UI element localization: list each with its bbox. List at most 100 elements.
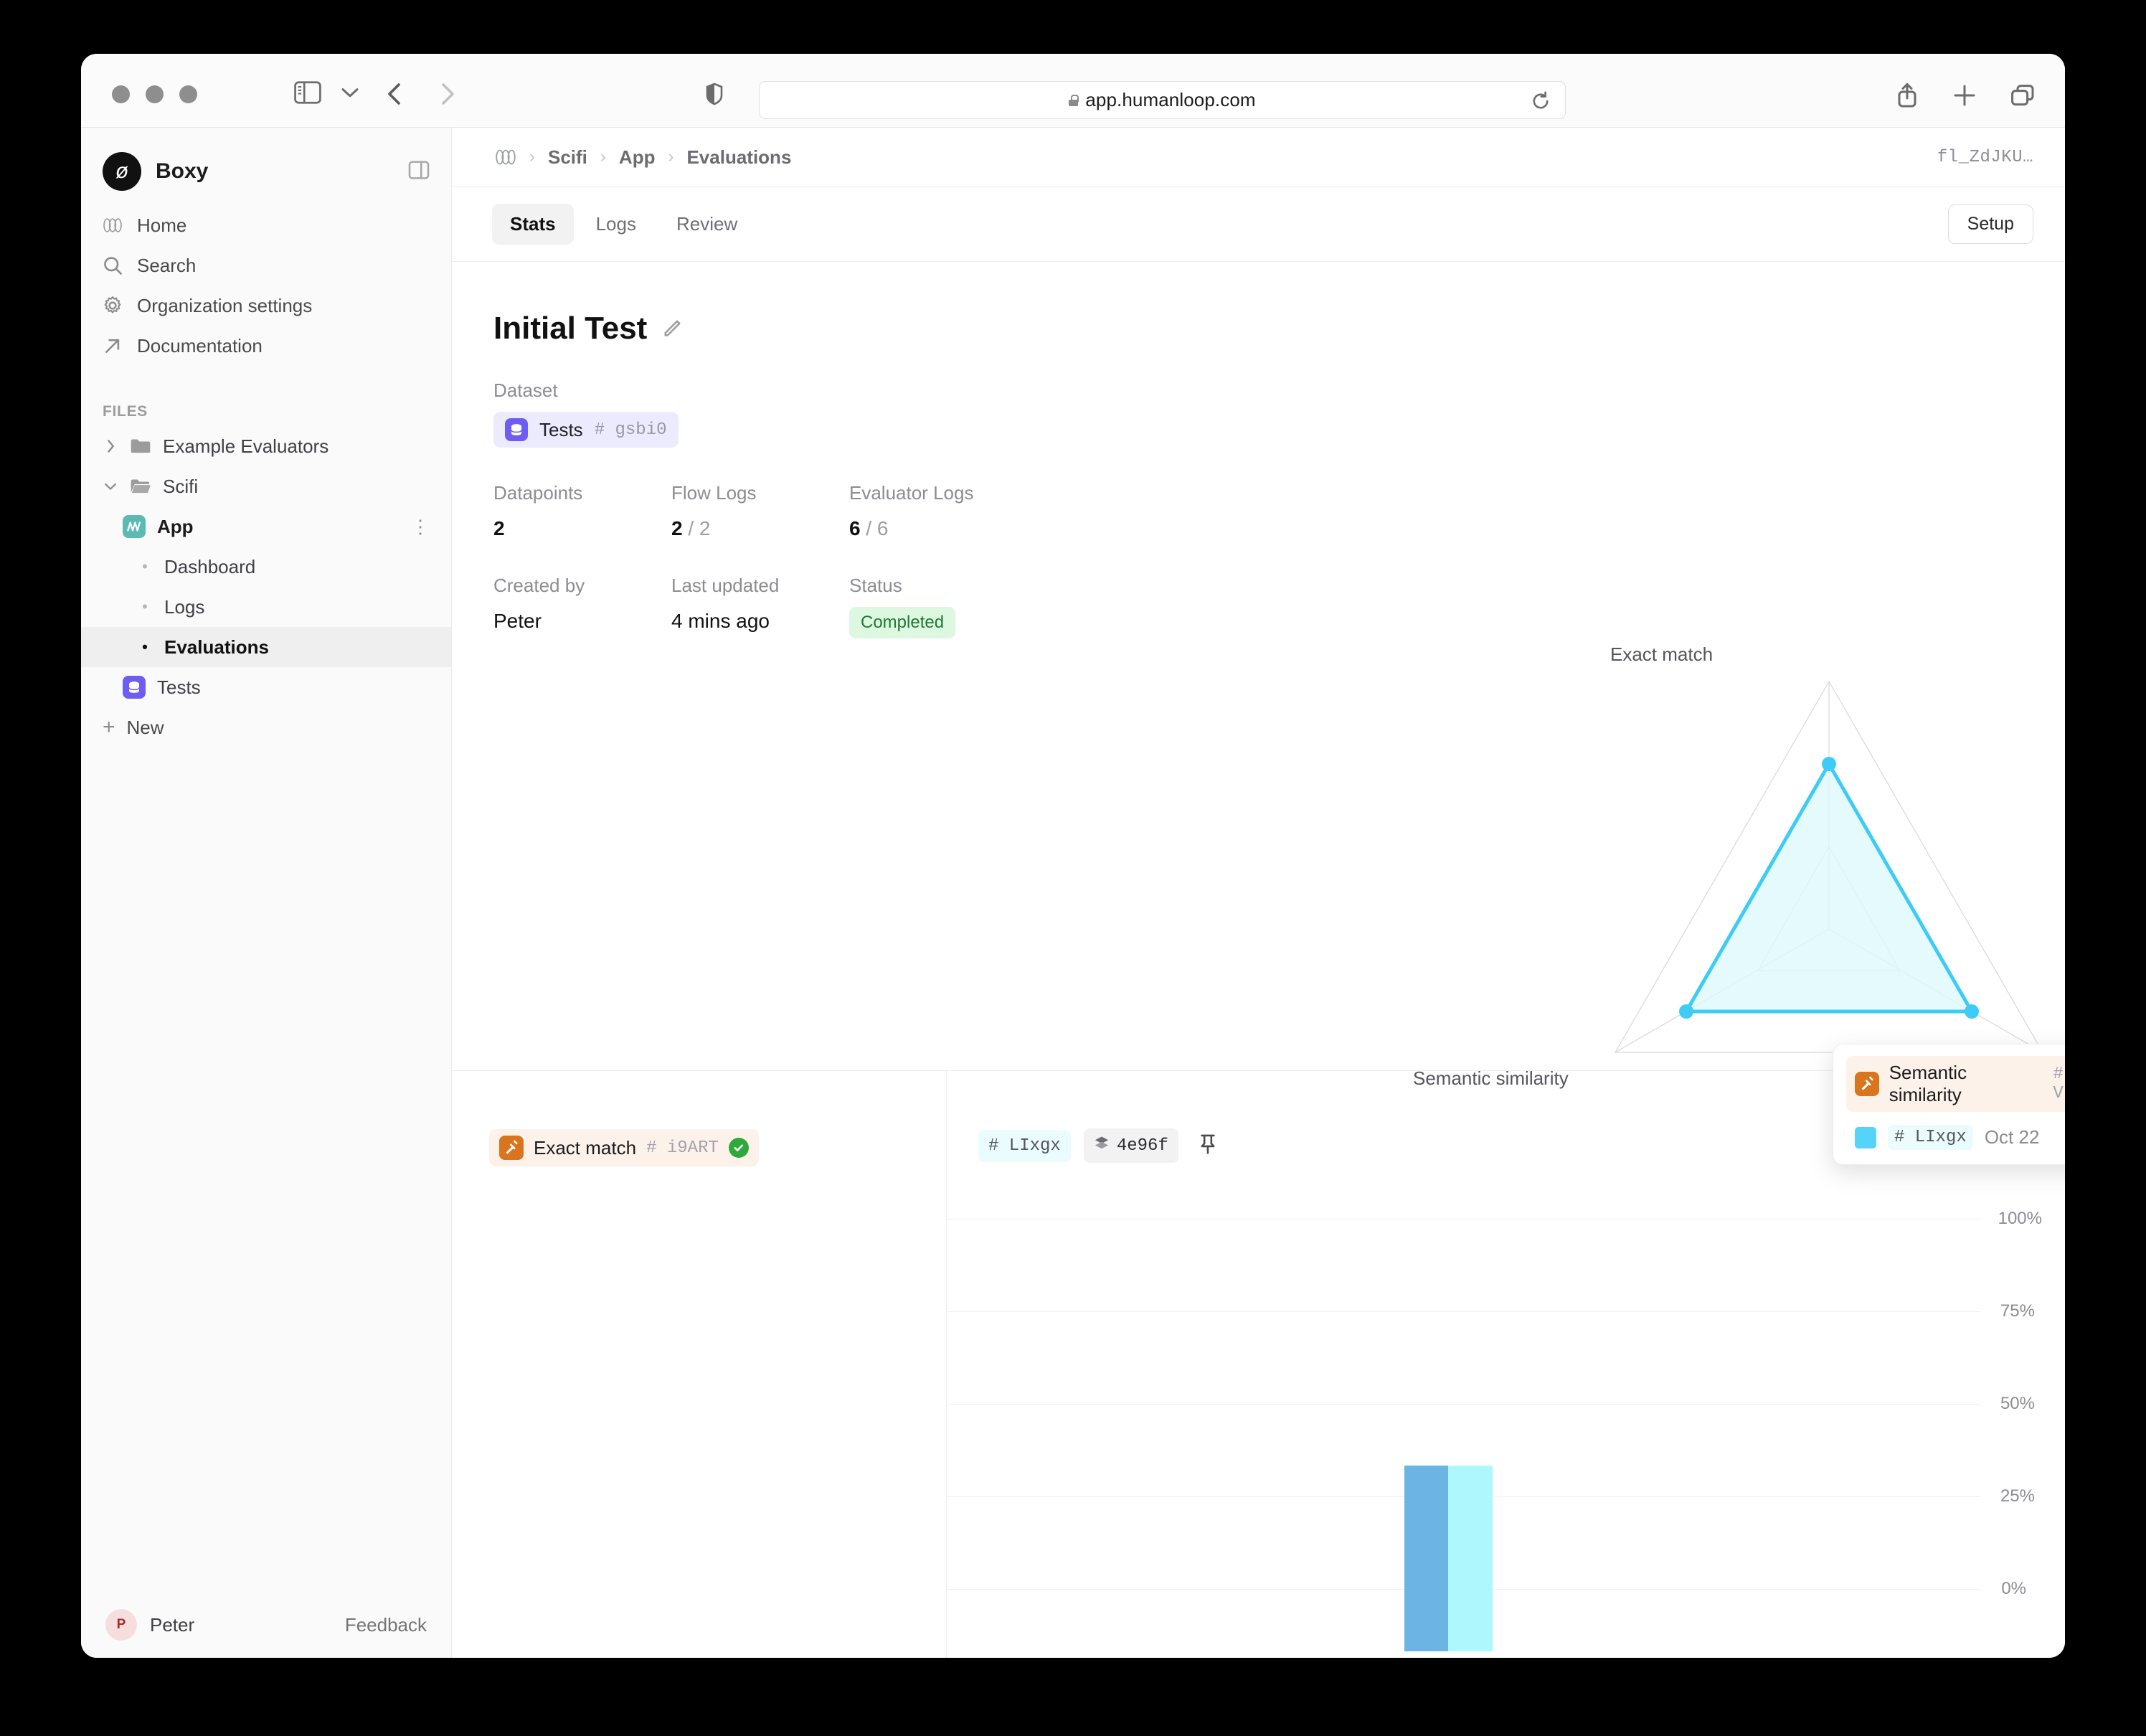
tree-item-label: Evaluations [164, 636, 269, 658]
shield-icon[interactable] [705, 82, 724, 109]
evaluator-chip-hash: # i9ART [646, 1138, 719, 1158]
close-window-button[interactable] [112, 85, 130, 103]
reload-icon[interactable] [1531, 91, 1551, 115]
dataset-chip[interactable]: Tests # gsbi0 [493, 412, 679, 448]
bullet-icon: • [142, 638, 148, 656]
tab-stats[interactable]: Stats [492, 204, 574, 245]
collapse-sidebar-icon[interactable] [408, 160, 430, 183]
back-chevron-icon[interactable] [386, 82, 405, 105]
radar-point[interactable] [1822, 757, 1836, 771]
tab-logs[interactable]: Logs [578, 204, 654, 245]
breadcrumb: › Scifi › App › Evaluations [495, 146, 791, 169]
breadcrumb-item-app[interactable]: App [619, 146, 656, 169]
chevron-down-icon[interactable] [341, 87, 359, 98]
radar-point[interactable] [1965, 1004, 1979, 1019]
gear-icon [103, 296, 123, 316]
breadcrumb-bar: › Scifi › App › Evaluations fl_ZdJKU… [452, 128, 2065, 187]
humanloop-logo-icon[interactable] [495, 149, 516, 165]
sidebar-item-search[interactable]: Search [81, 245, 451, 286]
breadcrumb-separator: › [529, 147, 535, 166]
plus-icon[interactable] [1953, 84, 1976, 110]
bar-series-4e96f[interactable] [1448, 1466, 1493, 1651]
files-section-label: FILES [103, 403, 148, 420]
radar-axis-label-exact-match: Exact match [1610, 643, 1714, 665]
breadcrumb-item-evaluations[interactable]: Evaluations [686, 146, 791, 169]
sidebar-item-example-evaluators[interactable]: Example Evaluators [81, 426, 451, 466]
radar-chart: Exact match Latency Semantic similarity [1413, 643, 2065, 1108]
new-file-button[interactable]: + New [81, 707, 451, 747]
brand-logo-icon: ø [103, 152, 141, 191]
bullet-icon: • [142, 598, 148, 615]
sidebar-item-documentation[interactable]: Documentation [81, 326, 451, 366]
run-tag-code[interactable]: # LIxgx [978, 1129, 1071, 1162]
tree-item-label: Logs [164, 595, 205, 618]
share-icon[interactable] [1896, 82, 1919, 112]
y-tick-label: 50% [2000, 1394, 2035, 1413]
tab-review[interactable]: Review [658, 204, 755, 245]
sidebar-nav: Home Search Organization settings Docume… [81, 197, 451, 366]
meta-label: Evaluator Logs [849, 482, 974, 504]
pin-icon[interactable] [1199, 1133, 1217, 1159]
meta-value: 4 mins ago [671, 610, 770, 632]
forward-chevron-icon[interactable] [438, 82, 456, 105]
search-icon [103, 255, 123, 275]
radar-point[interactable] [1679, 1004, 1693, 1019]
humanloop-logo-icon [103, 217, 123, 233]
sidebar-item-logs[interactable]: • Logs [81, 587, 451, 627]
edit-pencil-icon[interactable] [663, 316, 684, 341]
bar-series-lixgx[interactable] [1404, 1466, 1448, 1651]
address-bar[interactable]: app.humanloop.com [759, 81, 1566, 119]
bar-chart: 100% 75% 50% 25% 0% [947, 1209, 2065, 1658]
avatar[interactable]: P [105, 1609, 137, 1641]
browser-toolbar: app.humanloop.com [81, 54, 2065, 128]
gridline-50 [947, 1404, 1980, 1405]
window-controls[interactable] [112, 85, 197, 103]
setup-button[interactable]: Setup [1947, 204, 2033, 244]
more-options-icon[interactable]: ⋮ [411, 516, 430, 538]
version-tag[interactable]: 4e96f [1083, 1128, 1178, 1163]
sidebar-item-home[interactable]: Home [81, 205, 451, 245]
brand-row: ø Boxy [81, 128, 451, 197]
meta-value-main: 2 [671, 517, 683, 539]
tab-bar: Stats Logs Review Setup [452, 187, 2065, 262]
sidebar-item-label: Home [137, 214, 187, 236]
meta-value: Peter [493, 610, 542, 632]
sidebar-item-dashboard[interactable]: • Dashboard [81, 547, 451, 587]
y-tick-label: 0% [2001, 1579, 2026, 1598]
main-content: › Scifi › App › Evaluations fl_ZdJKU… St… [452, 128, 2065, 1658]
sidebar-item-organization-settings[interactable]: Organization settings [81, 286, 451, 326]
sidebar-item-scifi[interactable]: Scifi [81, 466, 451, 506]
flow-id[interactable]: fl_ZdJKU… [1937, 148, 2033, 167]
meta-value-main: 6 [849, 517, 861, 539]
meta-label: Status [849, 575, 902, 596]
tree-item-label: Dashboard [164, 555, 256, 577]
tree-item-label: Tests [157, 676, 201, 698]
bullet-icon: • [142, 557, 148, 575]
meta-block: Dataset Tests # gsbi0 Datapoints 2 Flow … [452, 346, 2065, 638]
dataset-icon [123, 676, 146, 699]
tab-overview-icon[interactable] [2010, 84, 2035, 110]
radar-series-polygon [1684, 762, 1974, 1014]
feedback-button[interactable]: Feedback [345, 1614, 427, 1636]
meta-value-total: / 2 [688, 517, 711, 539]
chevron-down-icon[interactable] [103, 480, 118, 493]
y-tick-label: 75% [2000, 1301, 2035, 1321]
meta-value: 6 / 6 [849, 517, 1027, 540]
sidebar-item-evaluations[interactable]: • Evaluations [81, 627, 451, 667]
sidebar-toggle-icon[interactable] [294, 81, 321, 104]
sidebar-item-tests[interactable]: Tests [81, 667, 451, 707]
toolbar-right-actions [1896, 82, 2035, 112]
radar-chart-svg [1614, 680, 2044, 1053]
breadcrumb-item-scifi[interactable]: Scifi [548, 146, 587, 169]
maximize-window-button[interactable] [179, 85, 197, 103]
flow-icon [123, 515, 146, 538]
stats-pane: Initial Test Dataset Tests # gsbi0 Datap… [452, 262, 2065, 1165]
meta-field-created-by: Created by Peter [493, 575, 671, 638]
minimize-window-button[interactable] [146, 85, 164, 103]
page-title-row: Initial Test [452, 262, 2065, 346]
sidebar-item-label: Search [137, 254, 197, 276]
evaluator-chip-exact-match[interactable]: Exact match # i9ART [489, 1129, 759, 1166]
chevron-right-icon[interactable] [103, 439, 118, 453]
meta-label: Created by [493, 575, 585, 596]
sidebar-item-app[interactable]: App ⋮ [81, 506, 451, 547]
